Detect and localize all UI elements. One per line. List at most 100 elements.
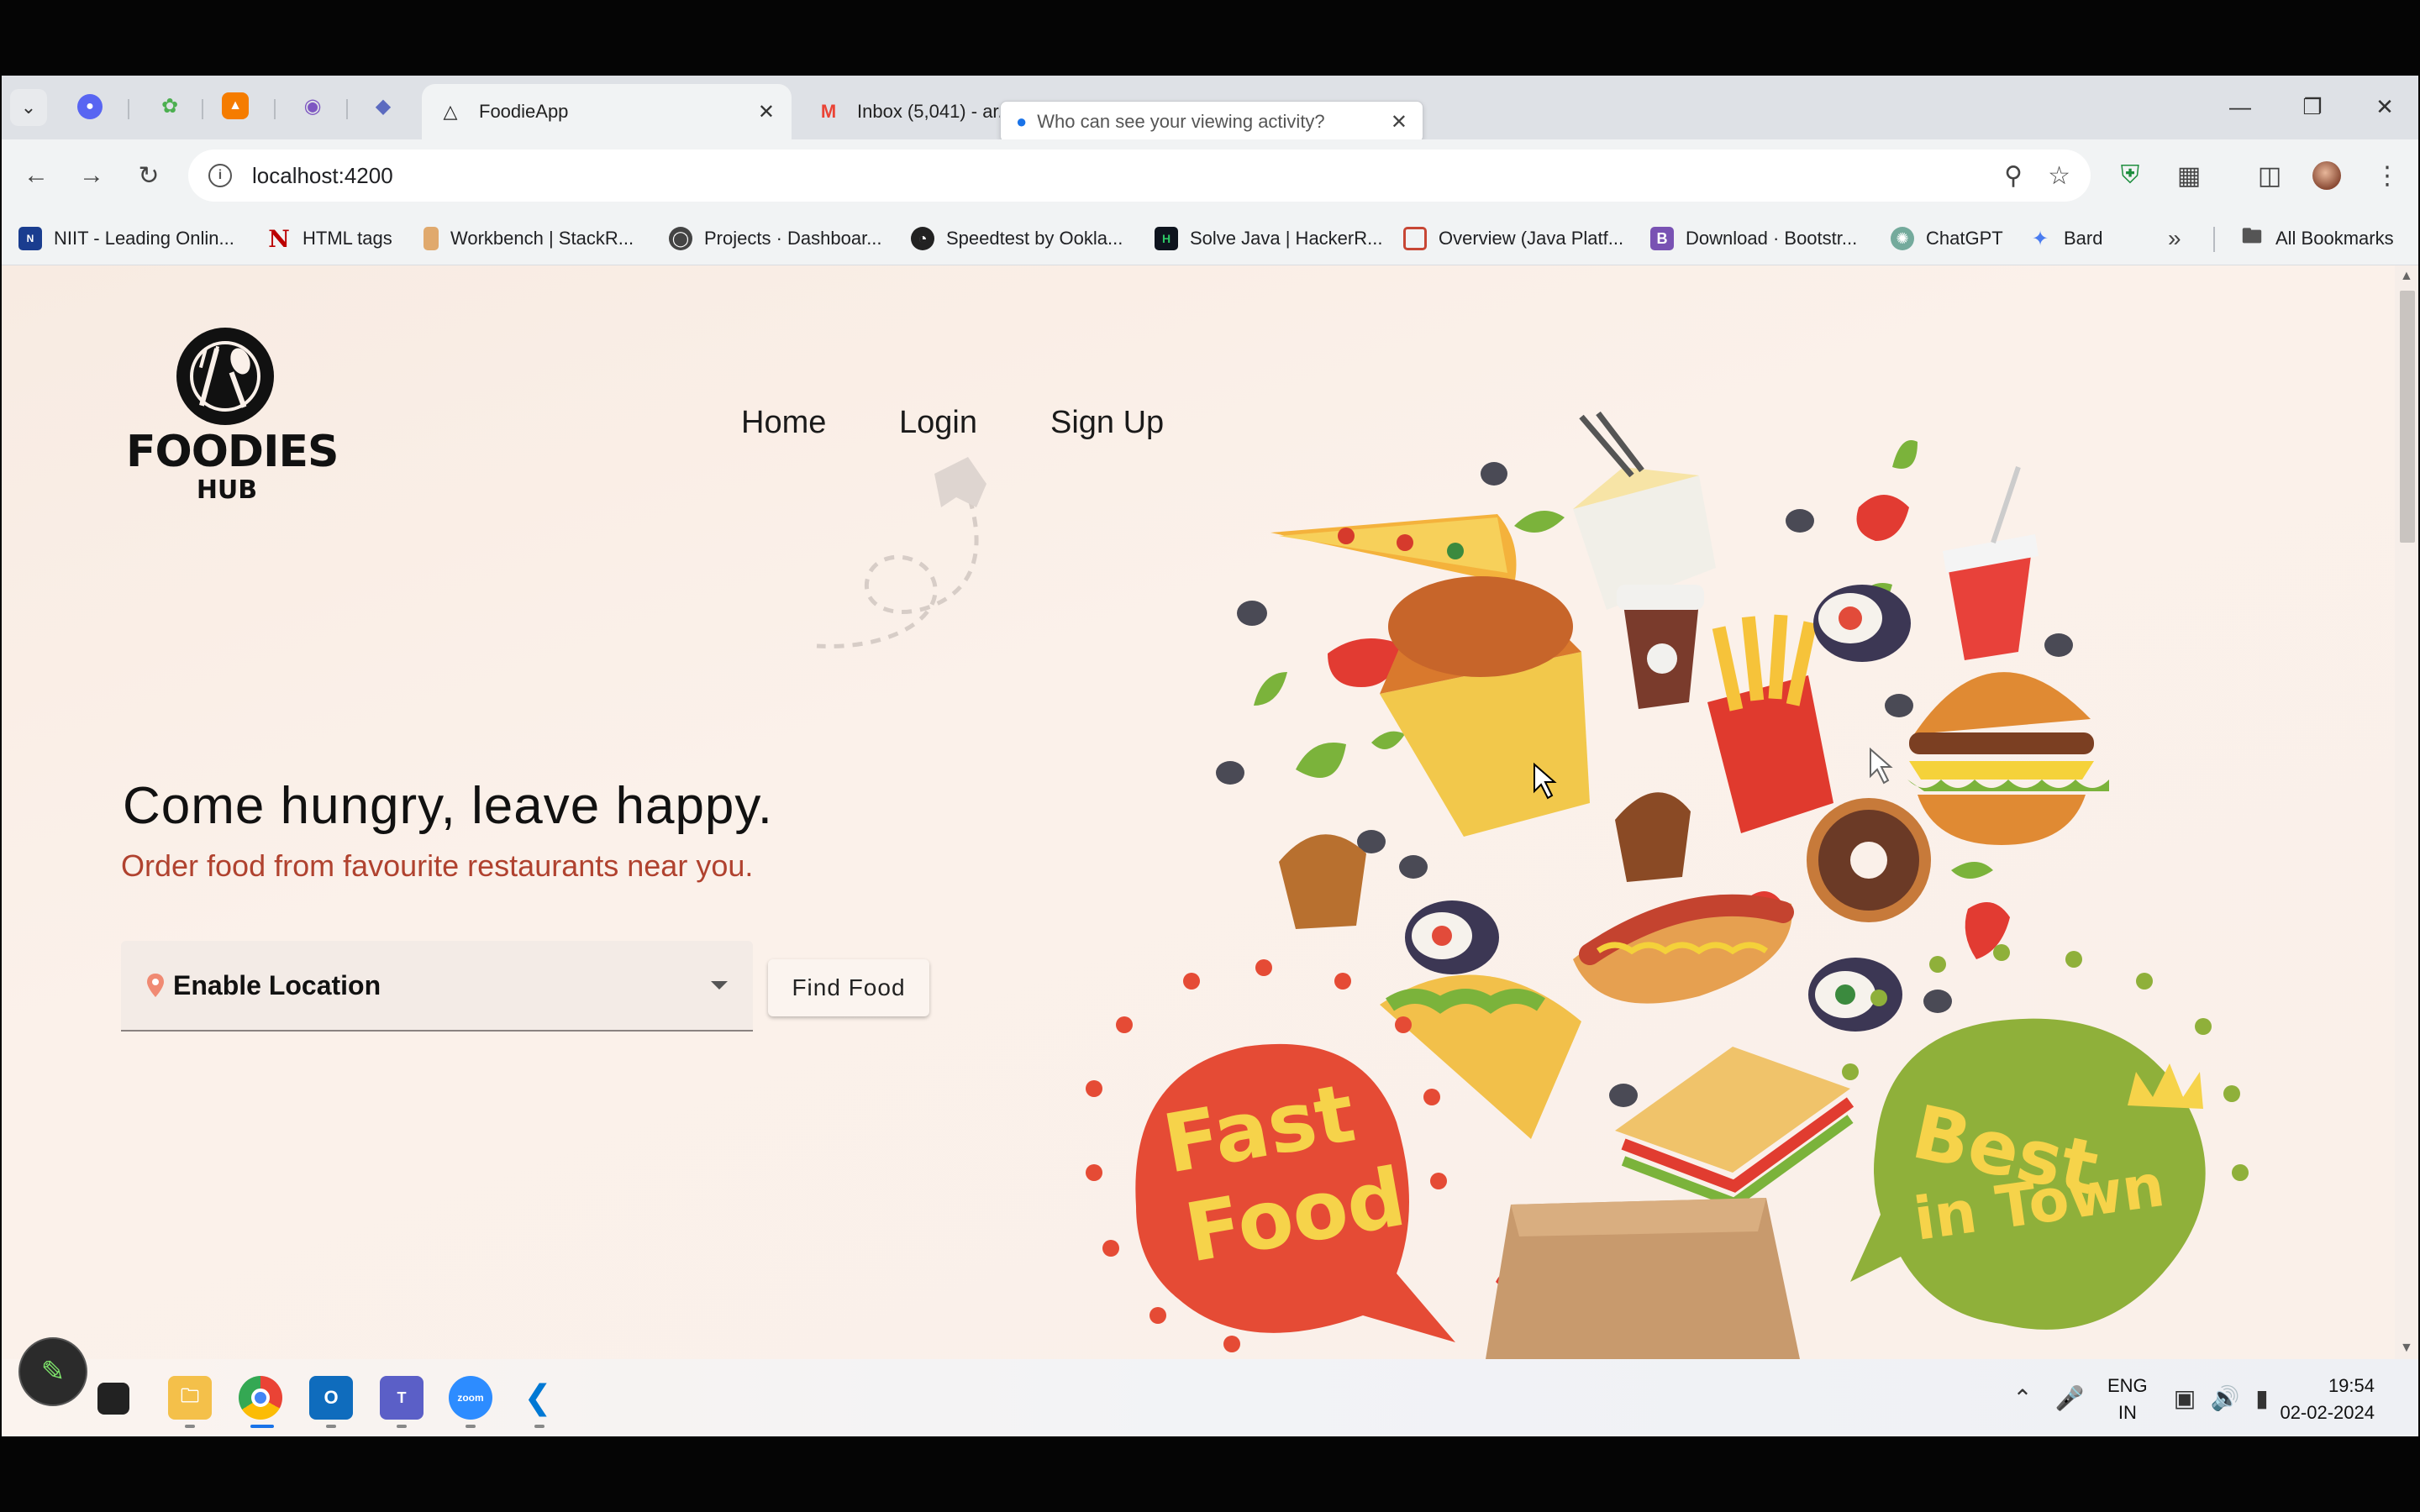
reload-icon[interactable]: ↻ xyxy=(129,156,168,195)
region-code: IN xyxy=(2118,1402,2137,1423)
brand-subtitle: HUB xyxy=(196,475,258,505)
close-tooltip-icon[interactable]: ✕ xyxy=(1391,110,1407,134)
battery-icon[interactable]: ▮ xyxy=(2244,1376,2281,1420)
all-bookmarks-button[interactable]: 🖿 All Bookmarks xyxy=(2240,223,2394,254)
network-icon[interactable]: ▣ xyxy=(2166,1376,2203,1420)
extensions-puzzle-icon[interactable]: ▦ xyxy=(2170,156,2208,195)
nav-home-link[interactable]: Home xyxy=(741,405,826,441)
discord-pinned-tab-icon[interactable]: ● xyxy=(77,94,103,119)
back-arrow-icon[interactable]: ← xyxy=(17,156,55,195)
outlook-icon[interactable]: O xyxy=(309,1376,353,1420)
chevron-double-right-icon: » xyxy=(2168,225,2181,251)
forward-arrow-icon[interactable]: → xyxy=(72,156,111,195)
bookmark-label: Speedtest by Ookla... xyxy=(946,228,1123,249)
volume-icon[interactable]: 🔊 xyxy=(2207,1376,2244,1420)
chatgpt-icon: ✺ xyxy=(1891,227,1914,250)
bookmark-item[interactable]: ◔ Speedtest by Ookla... xyxy=(911,223,1123,254)
bookmarks-bar: N NIIT - Leading Onlin... N HTML tags Wo… xyxy=(2,212,2418,265)
restore-icon[interactable]: ❐ xyxy=(2287,86,2338,128)
minimize-icon[interactable]: — xyxy=(2215,86,2265,128)
bookmark-item[interactable]: N NIIT - Leading Onlin... xyxy=(18,223,234,254)
bookmark-label: NIIT - Leading Onlin... xyxy=(54,228,234,249)
address-bar[interactable]: i localhost:4200 ⚲ ☆ xyxy=(188,150,2091,202)
tab-foodieapp[interactable]: △ FoodieApp ✕ xyxy=(422,84,792,139)
location-select[interactable]: Enable Location xyxy=(121,941,753,1032)
tooltip-text: Who can see your viewing activity? xyxy=(1037,111,1325,132)
teams-icon[interactable]: T xyxy=(380,1376,424,1420)
angular-icon: △ xyxy=(443,101,458,122)
chrome-icon[interactable] xyxy=(239,1376,282,1420)
bookmark-item[interactable]: H Solve Java | HackerR... xyxy=(1155,223,1382,254)
diamond-pinned-tab-icon[interactable]: ◆ xyxy=(365,87,402,124)
speedtest-icon: ◔ xyxy=(911,227,934,250)
leaf-pinned-tab-icon[interactable]: ✿ xyxy=(151,87,188,124)
ghost-cursor-icon xyxy=(1870,747,1893,785)
page-viewport: FOODIES HUB Home Login Sign Up Come hung… xyxy=(2,265,2418,1359)
bookmark-item[interactable]: Workbench | StackR... xyxy=(424,223,634,254)
taskbar: ⊞ 🗀 O T zoom ❮ ⌃ 🎤 ENG IN ▣ 🔊 ▮ 19:54 02… xyxy=(2,1359,2418,1436)
address-bar-actions: ⚲ ☆ xyxy=(1979,161,2070,191)
location-pin-icon[interactable]: ⚲ xyxy=(2004,161,2023,191)
running-indicator xyxy=(326,1425,336,1428)
chevron-up-icon[interactable]: ⌃ xyxy=(2002,1376,2044,1420)
bookmark-star-icon[interactable]: ☆ xyxy=(2048,161,2070,191)
vscode-icon[interactable]: ❮ xyxy=(516,1376,560,1420)
stackroute-icon xyxy=(424,227,439,250)
screen: ⌄ ● ✿ ▲ ◉ ◆ △ FoodieApp ✕ M Inbox (5,041… xyxy=(0,0,2420,1512)
find-food-button[interactable]: Find Food xyxy=(768,959,929,1016)
running-indicator xyxy=(466,1425,476,1428)
site-info-icon[interactable]: i xyxy=(208,164,232,187)
bookmark-item[interactable]: ✦ Bard xyxy=(2028,223,2103,254)
running-indicator xyxy=(534,1425,544,1428)
profile-avatar[interactable] xyxy=(2307,156,2346,195)
bootstrap-icon: B xyxy=(1650,227,1674,250)
bookmark-item[interactable]: Overview (Java Platf... xyxy=(1403,223,1623,254)
zoom-icon[interactable]: zoom xyxy=(449,1376,492,1420)
dropdown-caret-icon xyxy=(711,981,728,990)
active-indicator xyxy=(250,1425,274,1428)
dashed-arrow-decoration xyxy=(816,457,986,648)
bard-sparkle-icon: ✦ xyxy=(2031,227,2049,250)
bookmark-item[interactable]: N HTML tags xyxy=(267,223,392,254)
tab-search-button[interactable]: ⌄ xyxy=(10,89,47,126)
side-panel-icon[interactable]: ◫ xyxy=(2250,156,2289,195)
close-tab-icon[interactable]: ✕ xyxy=(758,100,775,124)
task-view-icon[interactable] xyxy=(97,1383,129,1415)
bookmark-item[interactable]: ✺ ChatGPT xyxy=(1891,223,2003,254)
netflix-n-icon: N xyxy=(268,224,290,253)
more-bookmarks-button[interactable]: » xyxy=(2168,223,2181,254)
fast-food-illustration: Fast Food Best in Town xyxy=(1086,411,2249,1359)
bookmark-item[interactable]: B Download · Bootstr... xyxy=(1650,223,1857,254)
folder-icon: 🖿 xyxy=(2242,224,2262,248)
bookmark-item[interactable]: ◯ Projects · Dashboar... xyxy=(669,223,882,254)
kebab-menu-icon[interactable]: ⋮ xyxy=(2368,156,2407,195)
microphone-icon[interactable]: 🎤 xyxy=(2049,1376,2091,1420)
pen-icon[interactable]: ✎ xyxy=(18,1337,87,1406)
scroll-up-icon[interactable]: ▲ xyxy=(2400,269,2413,284)
scrollbar-thumb[interactable] xyxy=(2400,291,2415,543)
scroll-down-icon[interactable]: ▼ xyxy=(2400,1341,2413,1356)
purple-pinned-tab-icon[interactable]: ◉ xyxy=(294,87,331,124)
bookmark-label: Download · Bootstr... xyxy=(1686,228,1858,249)
browser-window: ⌄ ● ✿ ▲ ◉ ◆ △ FoodieApp ✕ M Inbox (5,041… xyxy=(2,76,2418,1359)
location-select-label: Enable Location xyxy=(173,969,381,1000)
hero-title: Come hungry, leave happy. xyxy=(123,777,774,835)
close-window-icon[interactable]: ✕ xyxy=(2360,86,2410,128)
url-text: localhost:4200 xyxy=(252,162,393,188)
tab-separator xyxy=(274,99,276,119)
plate-fork-spoon-icon xyxy=(176,328,274,425)
running-indicator xyxy=(185,1425,195,1428)
nav-login-link[interactable]: Login xyxy=(899,405,977,441)
foodies-hub-logo[interactable]: FOODIES HUB xyxy=(126,324,339,517)
bookmark-label: Workbench | StackR... xyxy=(450,228,634,249)
orange-pinned-tab-icon[interactable]: ▲ xyxy=(222,92,249,119)
file-explorer-icon[interactable]: 🗀 xyxy=(168,1376,212,1420)
page-scrollbar[interactable]: ▲ ▼ xyxy=(2395,265,2418,1359)
language-indicator[interactable]: ENG IN xyxy=(2107,1373,2148,1426)
niit-icon: N xyxy=(18,227,42,250)
clock[interactable]: 19:54 02-02-2024 xyxy=(2280,1373,2375,1426)
running-indicator xyxy=(397,1425,407,1428)
bookmark-label: Solve Java | HackerR... xyxy=(1190,228,1383,249)
shield-extension-icon[interactable]: ⛨ xyxy=(2111,156,2149,195)
tab-title: FoodieApp xyxy=(479,101,569,122)
